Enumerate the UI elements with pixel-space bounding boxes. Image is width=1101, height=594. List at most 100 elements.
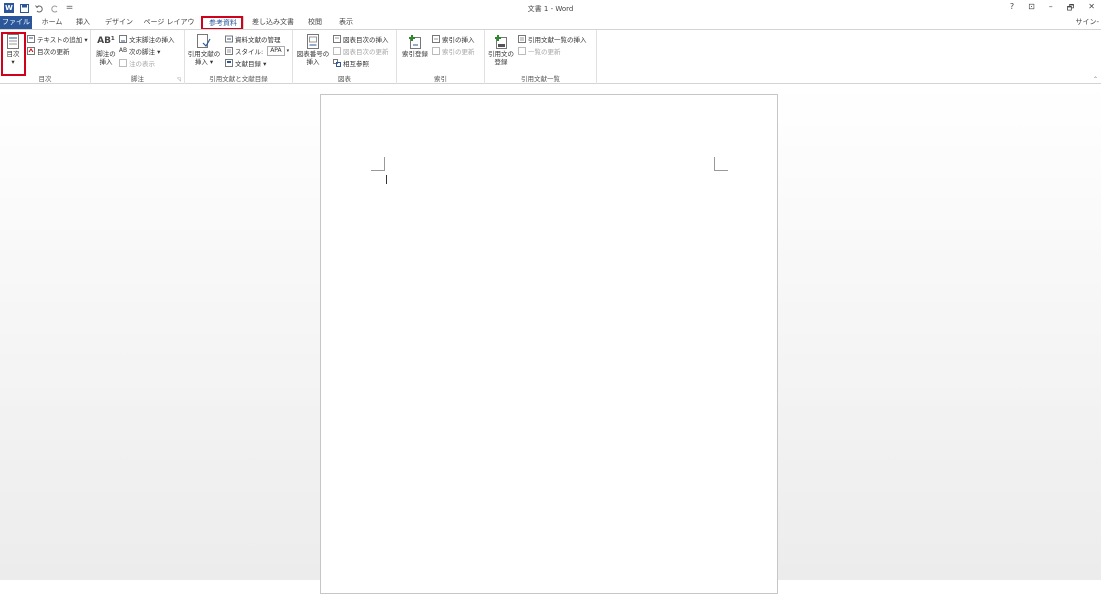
tab-mailings[interactable]: 差し込み文書 [250, 16, 296, 29]
insert-caption-button[interactable]: 図表番号の 挿入 [295, 33, 331, 66]
collapse-ribbon-icon[interactable]: ⌃ [1093, 76, 1098, 83]
minimize-icon[interactable]: – [1049, 2, 1053, 16]
update-toc-icon [27, 46, 35, 55]
show-notes-button[interactable]: 注の表示 [119, 57, 155, 68]
title-bar: W = 文書 1 - Word ? ⊡ – 🗗 ✕ [0, 0, 1101, 16]
references-tab-highlight [201, 16, 243, 30]
tab-page-layout[interactable]: ページ レイアウト [142, 16, 196, 39]
insert-endnote-label: 文末脚注の挿入 [129, 35, 175, 44]
citation-style-select[interactable]: スタイル: APA ▾ [225, 45, 289, 56]
update-toc-label: 目次の更新 [37, 47, 70, 56]
update-table-of-authorities-label: 一覧の更新 [528, 47, 561, 56]
insert-table-of-figures-button[interactable]: 図表目次の挿入 [333, 33, 389, 44]
style-label: スタイル: [235, 47, 264, 56]
update-index-label: 索引の更新 [442, 47, 475, 56]
bibliography-label: 文献目録 ▾ [235, 59, 267, 68]
mark-entry-button[interactable]: 索引登録 [400, 33, 430, 58]
manage-sources-icon [225, 35, 233, 43]
cross-reference-label: 相互参照 [343, 59, 369, 68]
tab-file[interactable]: ファイル [0, 16, 32, 29]
restore-icon[interactable]: 🗗 [1067, 2, 1075, 16]
ribbon-display-options-icon[interactable]: ⊡ [1028, 2, 1035, 16]
style-icon [225, 46, 233, 55]
text-cursor [386, 175, 387, 184]
update-authorities-icon [518, 46, 526, 55]
mark-entry-label: 索引登録 [402, 50, 428, 58]
add-text-icon [27, 34, 35, 43]
close-icon[interactable]: ✕ [1088, 2, 1095, 16]
insert-citation-label-2: 挿入 ▾ [194, 58, 214, 66]
insert-endnote-button[interactable]: 文末脚注の挿入 [119, 33, 175, 44]
toc-button-highlight [1, 32, 26, 76]
update-index-icon [432, 46, 440, 55]
footnotes-dialog-launcher-icon[interactable]: ◹ [177, 77, 182, 83]
insert-footnote-label-2: 挿入 [99, 58, 113, 66]
group-authorities: 引用文の 登録 引用文献一覧の挿入 一覧の更新 引用文献一覧 [485, 30, 597, 84]
margin-corner-top-right [714, 157, 728, 171]
tab-view[interactable]: 表示 [334, 16, 358, 29]
group-label-citations: 引用文献と文献目録 [209, 75, 268, 83]
footnote-ab-icon: AB¹ [97, 36, 115, 46]
mark-citation-label-1: 引用文の [488, 50, 514, 58]
bibliography-button[interactable]: 文献目録 ▾ [225, 57, 266, 68]
update-table-icon [333, 46, 341, 55]
mark-citation-button[interactable]: 引用文の 登録 [486, 33, 516, 66]
group-footnotes: AB¹ 脚注の 挿入 文末脚注の挿入 AB 次の脚注 ▾ 注の表示 脚注 ◹ [91, 30, 185, 84]
bibliography-icon [225, 58, 233, 67]
tab-design[interactable]: デザイン [103, 16, 135, 29]
insert-table-of-authorities-label: 引用文献一覧の挿入 [528, 35, 587, 44]
add-text-button[interactable]: テキストの追加 ▾ [27, 33, 88, 44]
update-table-of-figures-button[interactable]: 図表目次の更新 [333, 45, 389, 56]
insert-index-label: 索引の挿入 [442, 35, 475, 44]
group-label-toc: 目次 [38, 75, 52, 83]
insert-index-icon [432, 34, 440, 43]
chevron-down-icon[interactable]: ▾ [287, 48, 290, 54]
document-canvas[interactable] [0, 84, 1101, 594]
tab-home[interactable]: ホーム [40, 16, 64, 29]
group-captions: 図表番号の 挿入 図表目次の挿入 図表目次の更新 相互参照 図表 [293, 30, 397, 84]
next-footnote-icon: AB [118, 47, 128, 54]
mark-citation-label-2: 登録 [494, 58, 508, 66]
document-page[interactable] [320, 94, 778, 594]
group-label-footnotes: 脚注 [131, 75, 144, 83]
window-controls: ? ⊡ – 🗗 ✕ [1010, 2, 1095, 16]
style-combo-value[interactable]: APA [267, 45, 285, 56]
insert-footnote-button[interactable]: AB¹ 脚注の 挿入 [95, 33, 117, 67]
endnote-icon [119, 34, 127, 43]
sign-in-link[interactable]: サイン- [1075, 16, 1099, 29]
manage-sources-label: 資料文献の管理 [235, 35, 281, 44]
update-index-button[interactable]: 索引の更新 [432, 45, 475, 56]
insert-caption-label-2: 挿入 [306, 58, 320, 66]
tab-review[interactable]: 校閲 [304, 16, 326, 29]
help-icon[interactable]: ? [1010, 2, 1014, 16]
insert-index-button[interactable]: 索引の挿入 [432, 33, 475, 44]
insert-caption-icon [306, 33, 320, 49]
next-footnote-button[interactable]: AB 次の脚注 ▾ [119, 45, 160, 56]
update-table-of-figures-label: 図表目次の更新 [343, 47, 389, 56]
insert-footnote-label-1: 脚注の [96, 50, 116, 58]
manage-sources-button[interactable]: 資料文献の管理 [225, 33, 281, 44]
group-label-index: 索引 [434, 75, 447, 83]
show-notes-icon [119, 58, 127, 67]
cross-reference-button[interactable]: 相互参照 [333, 57, 369, 68]
insert-citation-label-1: 引用文献の [187, 50, 221, 58]
add-text-label: テキストの追加 ▾ [37, 35, 88, 44]
group-label-authorities: 引用文献一覧 [521, 75, 560, 83]
update-table-of-authorities-button[interactable]: 一覧の更新 [518, 45, 561, 56]
update-toc-button[interactable]: 目次の更新 [27, 45, 70, 56]
group-citations: 引用文献の 挿入 ▾ 資料文献の管理 スタイル: APA ▾ 文献目録 ▾ 引用… [185, 30, 293, 84]
next-footnote-label: 次の脚注 ▾ [129, 47, 161, 56]
group-toc: 目次 ▾ テキストの追加 ▾ 目次の更新 目次 [0, 30, 91, 84]
table-of-figures-icon [333, 34, 341, 43]
cross-reference-icon [333, 58, 341, 67]
show-notes-label: 注の表示 [129, 59, 155, 68]
insert-citation-button[interactable]: 引用文献の 挿入 ▾ [187, 33, 221, 66]
insert-citation-icon [197, 33, 211, 49]
insert-table-of-figures-label: 図表目次の挿入 [343, 35, 389, 44]
insert-table-of-authorities-button[interactable]: 引用文献一覧の挿入 [518, 33, 587, 44]
table-of-authorities-icon [518, 34, 526, 43]
window-title: 文書 1 - Word [527, 5, 574, 13]
tab-insert[interactable]: 挿入 [72, 16, 94, 29]
insert-caption-label-1: 図表番号の [296, 50, 330, 58]
mark-entry-icon [408, 33, 422, 49]
